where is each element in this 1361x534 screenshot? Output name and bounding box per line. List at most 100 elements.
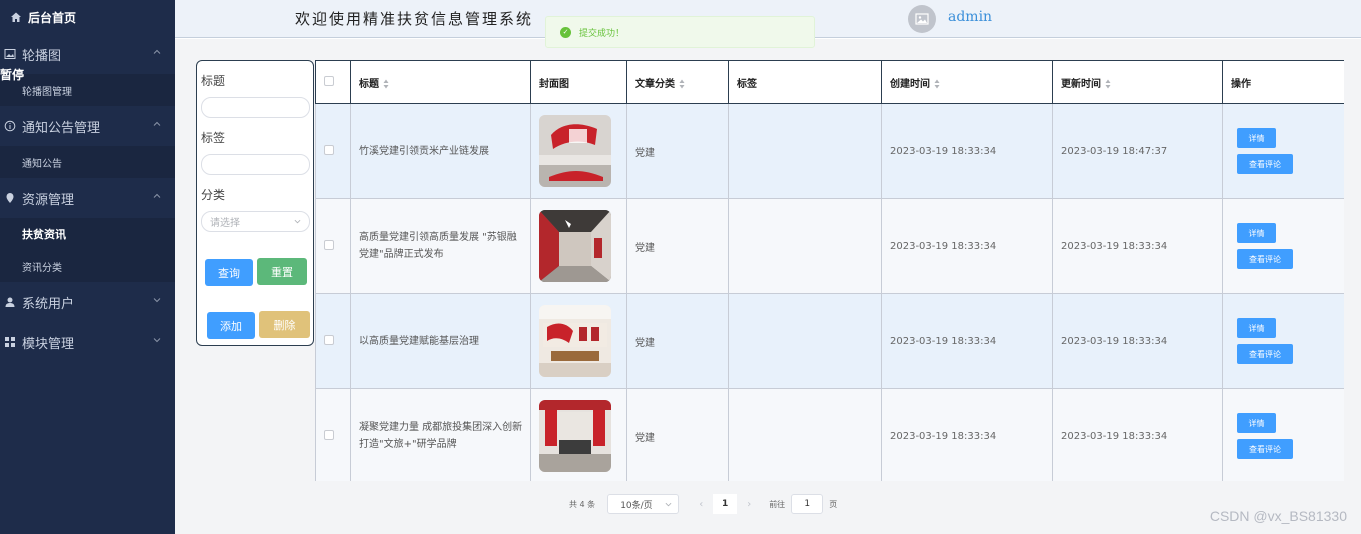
select-all-cell[interactable] <box>315 60 351 104</box>
success-toast: ✓ 提交成功！ <box>545 16 815 48</box>
table-header-row: 标题 封面图 文章分类 标签 创建时间 更新时间 操作 <box>315 60 1344 104</box>
sidebar-item-poverty-news[interactable]: 扶贫资讯 <box>0 218 175 250</box>
goto-label: 前往 <box>769 499 786 509</box>
query-button[interactable]: 查询 <box>205 259 253 286</box>
title-cell: 高质量党建引领高质量发展 "苏银融党建"品牌正式发布 <box>350 198 531 294</box>
actions-cell: 详情 查看评论 <box>1222 293 1344 389</box>
row-checkbox[interactable] <box>324 239 334 250</box>
tags-cell <box>728 388 882 481</box>
sort-icon[interactable] <box>679 79 685 89</box>
cover-image[interactable] <box>539 305 611 377</box>
sidebar-group-label: 轮播图 <box>22 48 62 64</box>
sidebar-group-notice[interactable]: 通知公告管理 <box>0 106 175 146</box>
detail-button[interactable]: 详情 <box>1237 223 1276 243</box>
pagination: 共 4 条 10条/页 ‹ 1 › 前往 1 页 <box>569 494 837 514</box>
category-filter-label: 分类 <box>201 188 226 202</box>
page-size-select[interactable]: 10条/页 <box>607 494 680 514</box>
tag-filter-label: 标签 <box>201 131 226 145</box>
row-select-cell[interactable] <box>315 388 351 481</box>
cover-cell <box>530 198 627 294</box>
next-page-button[interactable]: › <box>737 494 761 514</box>
title-filter-input[interactable] <box>201 97 310 118</box>
view-comments-button[interactable]: 查看评论 <box>1237 344 1293 364</box>
tag-filter-input[interactable] <box>201 154 310 175</box>
category-select[interactable]: 请选择 <box>201 211 310 232</box>
user-icon <box>5 297 15 307</box>
actions-cell: 详情 查看评论 <box>1222 198 1344 294</box>
sidebar-item-carousel-manage[interactable]: 轮播图管理 <box>0 74 175 106</box>
select-all-checkbox[interactable] <box>324 75 334 86</box>
sort-icon[interactable] <box>383 79 389 89</box>
sidebar-group-modules[interactable]: 模块管理 <box>0 322 175 362</box>
header-label: 文章分类 <box>635 78 675 90</box>
cover-image[interactable] <box>539 400 611 472</box>
chevron-up-icon <box>153 193 161 198</box>
submenu-resources: 扶贫资讯 资讯分类 <box>0 218 175 282</box>
header-label: 标题 <box>359 78 379 90</box>
sort-icon[interactable] <box>1105 79 1111 89</box>
sort-icon[interactable] <box>934 79 940 89</box>
sidebar-item-news-category[interactable]: 资讯分类 <box>0 250 175 282</box>
tags-cell <box>728 293 882 389</box>
pagination-total: 共 4 条 <box>569 499 596 509</box>
header-label: 标签 <box>737 78 757 90</box>
image-icon <box>4 49 16 59</box>
sidebar-home[interactable]: 后台首页 <box>0 0 175 34</box>
column-header-created[interactable]: 创建时间 <box>881 60 1053 104</box>
table-row: 以高质量党建赋能基层治理 党建 2023-03-19 18:33:34 2023… <box>315 293 1344 389</box>
row-checkbox[interactable] <box>324 429 334 440</box>
category-cell: 党建 <box>626 103 729 199</box>
row-select-cell[interactable] <box>315 103 351 199</box>
add-button[interactable]: 添加 <box>207 312 255 339</box>
reset-button[interactable]: 重置 <box>257 258 307 285</box>
sidebar-group-users[interactable]: 系统用户 <box>0 282 175 322</box>
page-number-current[interactable]: 1 <box>713 494 738 514</box>
chevron-down-icon <box>665 502 672 507</box>
prev-page-button[interactable]: ‹ <box>689 494 713 514</box>
column-header-updated[interactable]: 更新时间 <box>1052 60 1223 104</box>
grid-icon <box>5 337 15 347</box>
view-comments-button[interactable]: 查看评论 <box>1237 154 1293 174</box>
cover-cell <box>530 388 627 481</box>
sidebar-group-label: 资源管理 <box>22 192 75 208</box>
sidebar-group-label: 模块管理 <box>22 336 75 352</box>
submenu-carousel: 轮播图管理 <box>0 74 175 106</box>
sidebar: 后台首页 轮播图 轮播图管理 通知公告管理 通知公告 资源管理 扶贫资讯 资讯分… <box>0 0 175 534</box>
sidebar-group-label: 通知公告管理 <box>22 120 101 136</box>
location-icon <box>6 193 14 203</box>
detail-button[interactable]: 详情 <box>1237 318 1276 338</box>
chevron-up-icon <box>153 49 161 54</box>
updated-cell: 2023-03-19 18:33:34 <box>1052 388 1223 481</box>
avatar[interactable] <box>908 5 936 33</box>
updated-cell: 2023-03-19 18:47:37 <box>1052 103 1223 199</box>
row-checkbox[interactable] <box>324 144 334 155</box>
delete-button[interactable]: 删除 <box>259 311 310 338</box>
title-cell: 以高质量党建赋能基层治理 <box>350 293 531 389</box>
view-comments-button[interactable]: 查看评论 <box>1237 249 1293 269</box>
sidebar-group-label: 系统用户 <box>22 296 75 312</box>
row-select-cell[interactable] <box>315 293 351 389</box>
sidebar-item-notice[interactable]: 通知公告 <box>0 146 175 178</box>
tags-cell <box>728 103 882 199</box>
column-header-category[interactable]: 文章分类 <box>626 60 729 104</box>
view-comments-button[interactable]: 查看评论 <box>1237 439 1293 459</box>
sidebar-group-carousel[interactable]: 轮播图 <box>0 34 175 74</box>
created-cell: 2023-03-19 18:33:34 <box>881 293 1053 389</box>
updated-cell: 2023-03-19 18:33:34 <box>1052 293 1223 389</box>
column-header-title[interactable]: 标题 <box>350 60 531 104</box>
sidebar-group-resources[interactable]: 资源管理 <box>0 178 175 218</box>
updated-cell: 2023-03-19 18:33:34 <box>1052 198 1223 294</box>
row-select-cell[interactable] <box>315 198 351 294</box>
goto-page-input[interactable]: 1 <box>791 494 824 514</box>
detail-button[interactable]: 详情 <box>1237 128 1276 148</box>
cover-image[interactable] <box>539 115 611 187</box>
username[interactable]: admin <box>948 9 992 25</box>
row-checkbox[interactable] <box>324 334 334 345</box>
table-row: 竹溪党建引领贡米产业链发展 党建 2023-03-19 18:33:34 202… <box>315 103 1344 199</box>
check-circle-icon: ✓ <box>560 26 571 38</box>
detail-button[interactable]: 详情 <box>1237 413 1276 433</box>
sidebar-home-label: 后台首页 <box>28 10 77 25</box>
chevron-down-icon <box>294 219 301 224</box>
title-filter-label: 标题 <box>201 74 226 88</box>
cover-image[interactable] <box>539 210 611 282</box>
